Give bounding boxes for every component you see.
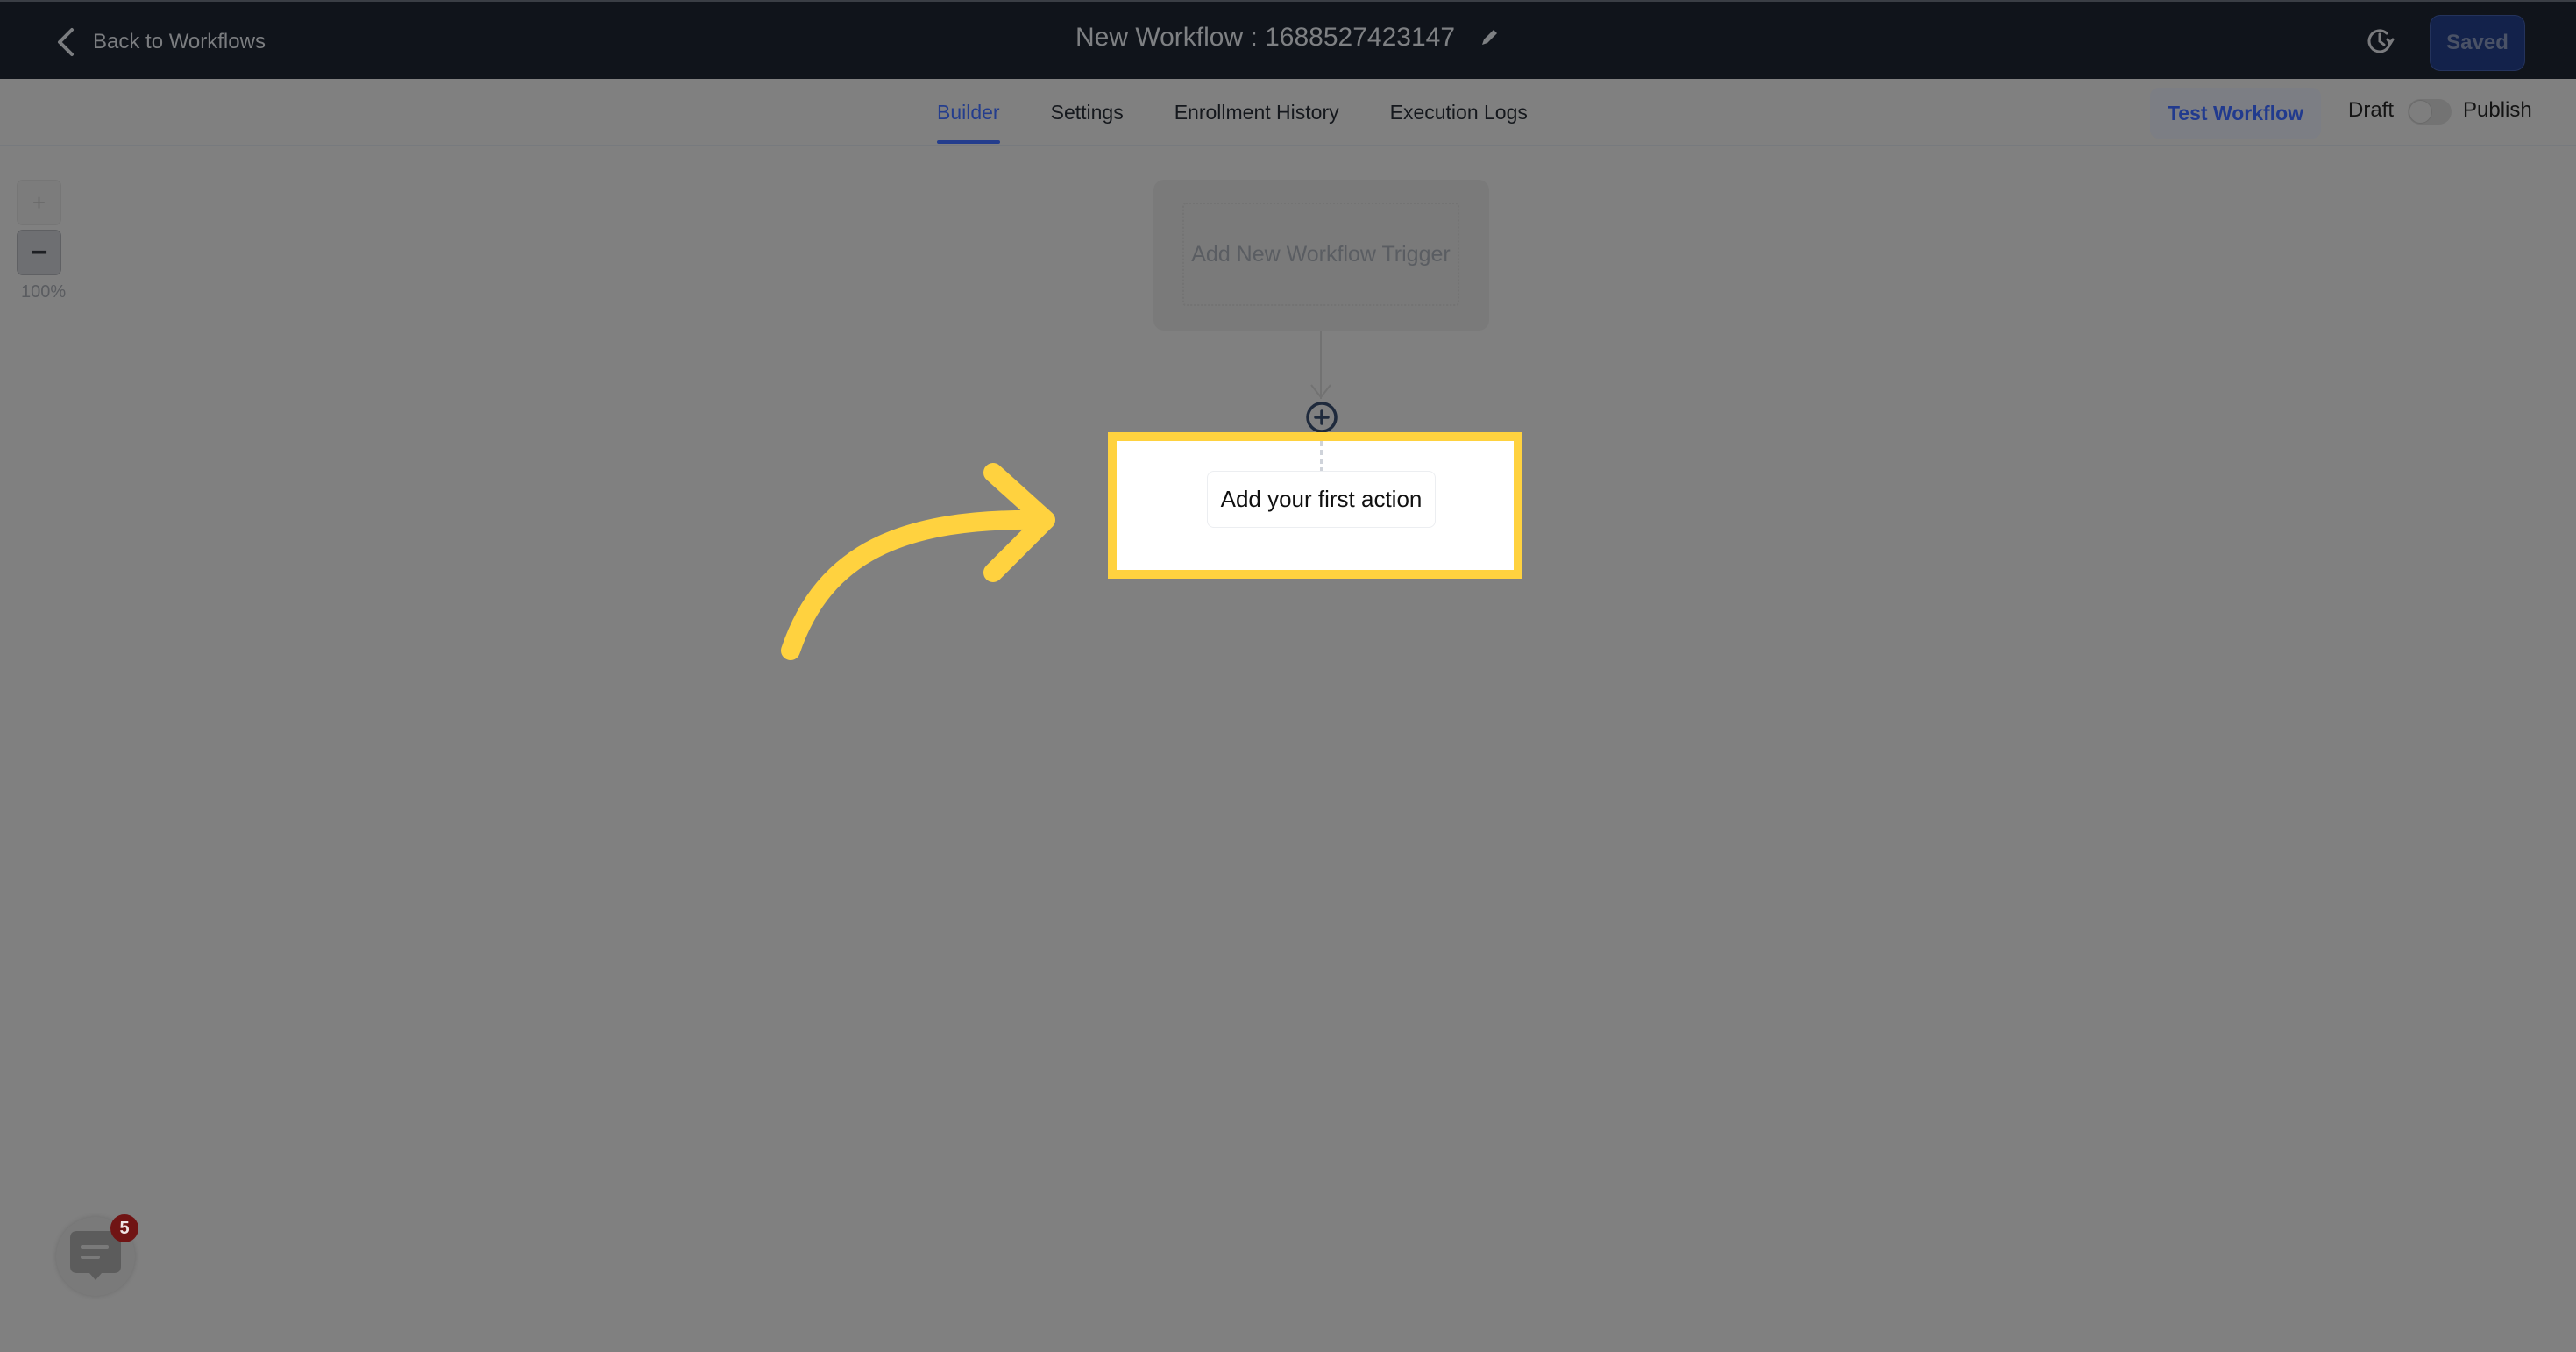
tab-execution-logs[interactable]: Execution Logs xyxy=(1390,79,1528,146)
trigger-node-container: Add New Workflow Trigger xyxy=(1153,180,1489,331)
publish-toggle[interactable] xyxy=(2408,99,2452,125)
tab-builder[interactable]: Builder xyxy=(937,79,1000,146)
tab-enrollment-history[interactable]: Enrollment History xyxy=(1174,79,1339,146)
draft-label: Draft xyxy=(2348,98,2395,122)
zoom-level: 100% xyxy=(21,282,67,302)
top-header: Back to Workflows New Workflow : 1688527… xyxy=(0,0,2576,79)
sub-navigation: Builder Settings Enrollment History Exec… xyxy=(0,79,2576,146)
workflow-title-area: New Workflow : 1688527423147 xyxy=(0,23,2576,53)
test-workflow-button[interactable]: Test Workflow xyxy=(2150,88,2321,139)
pencil-icon[interactable] xyxy=(1478,26,1501,49)
workflow-title: New Workflow : 1688527423147 xyxy=(1075,23,1456,52)
toggle-knob xyxy=(2409,100,2432,124)
add-trigger-button[interactable]: Add New Workflow Trigger xyxy=(1182,203,1459,306)
pointer-arrow-icon xyxy=(781,463,1055,660)
history-icon[interactable] xyxy=(2364,25,2395,57)
saved-button[interactable]: Saved xyxy=(2430,15,2525,71)
add-first-action-button[interactable]: Add your first action xyxy=(1207,471,1436,528)
dashed-connector xyxy=(1320,441,1323,473)
add-step-plus-icon[interactable] xyxy=(1305,401,1338,434)
connector-arrowhead-icon xyxy=(1310,384,1331,399)
tab-bar: Builder Settings Enrollment History Exec… xyxy=(937,79,1579,146)
zoom-out-button[interactable]: − xyxy=(17,230,61,275)
publish-label: Publish xyxy=(2463,98,2532,122)
zoom-in-button[interactable]: + xyxy=(17,180,61,225)
notification-badge: 5 xyxy=(110,1214,138,1242)
tab-settings[interactable]: Settings xyxy=(1051,79,1124,146)
